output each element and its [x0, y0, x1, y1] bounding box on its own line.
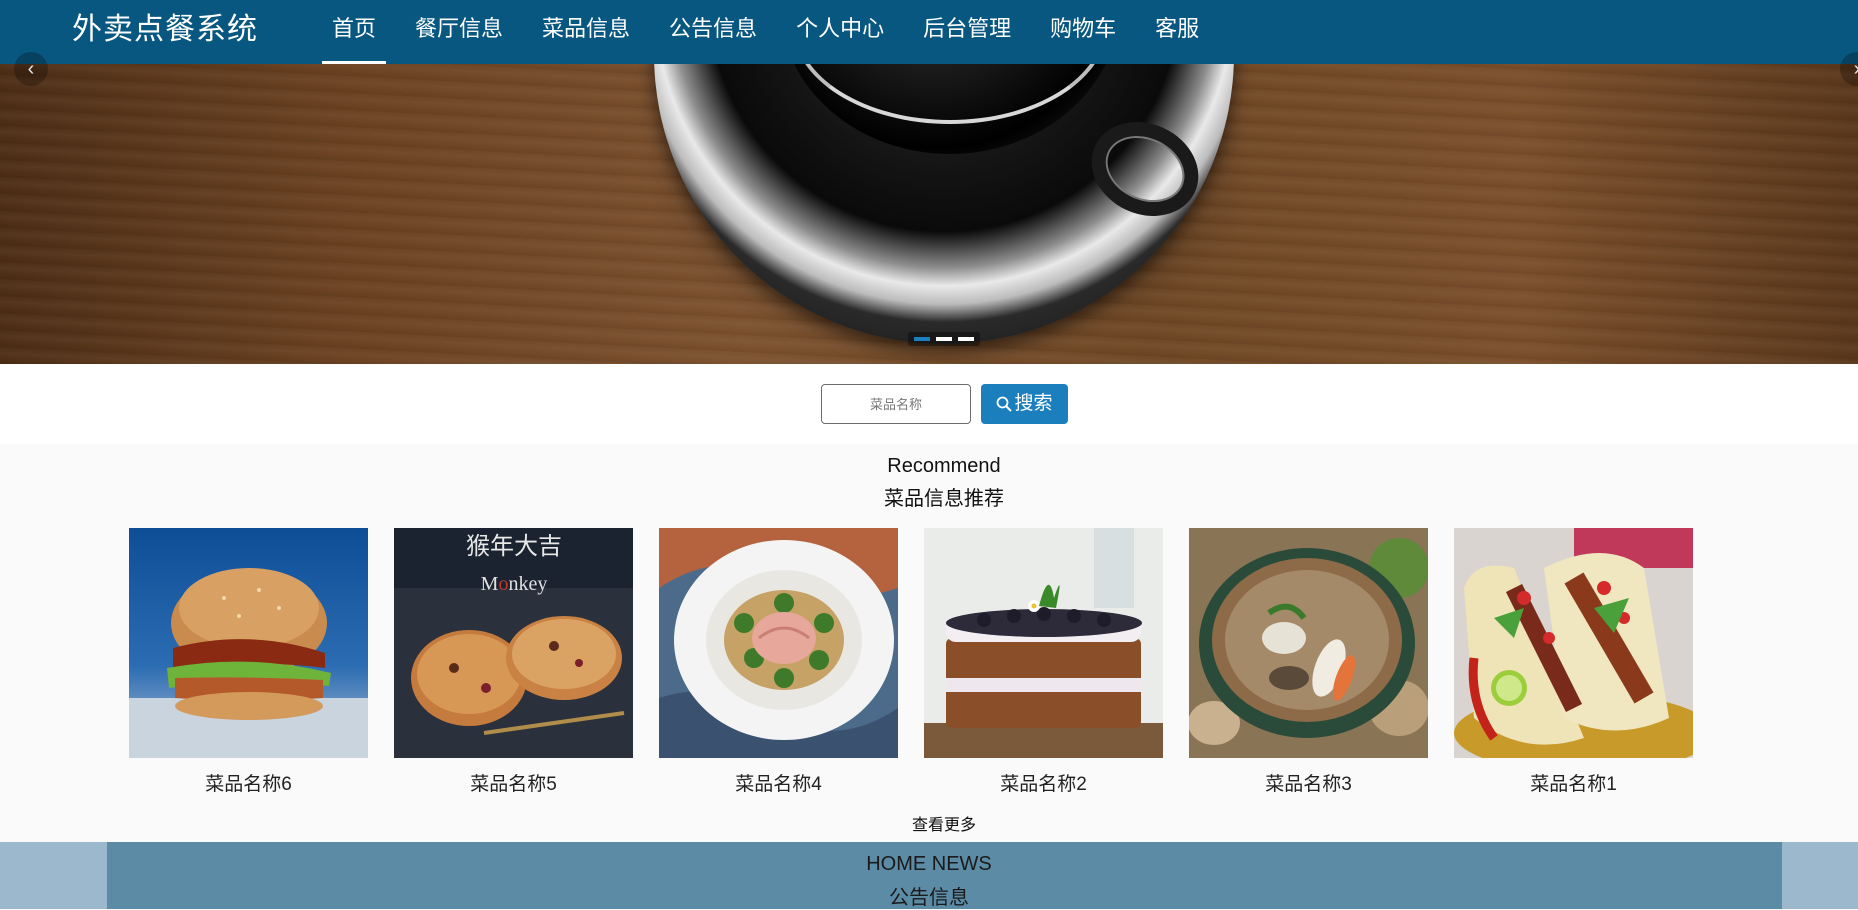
carousel-dot-1[interactable] [914, 337, 930, 341]
nav-item-restaurant[interactable]: 餐厅信息 [405, 0, 513, 64]
dish-image-plated[interactable] [659, 528, 898, 758]
dish-image-cake[interactable] [924, 528, 1163, 758]
dish-image-tacos[interactable] [1454, 528, 1693, 758]
nav-item-cart[interactable]: 购物车 [1040, 0, 1126, 64]
search-button-label: 搜索 [1014, 393, 1053, 414]
top-navbar: 外卖点餐系统 首页 餐厅信息 菜品信息 公告信息 个人中心 后台管理 购物车 客… [0, 0, 1858, 64]
search-button[interactable]: 搜索 [981, 384, 1068, 424]
nav-item-dishes[interactable]: 菜品信息 [532, 0, 640, 64]
banner-carousel [0, 64, 1858, 364]
dish-name[interactable]: 菜品名称3 [1189, 769, 1428, 796]
dish-card[interactable]: 菜品名称3 [1189, 528, 1428, 795]
dish-name[interactable]: 菜品名称5 [394, 769, 633, 796]
dish-image-cookies[interactable]: 猴年大吉 Monkey [394, 528, 633, 758]
nav-item-profile[interactable]: 个人中心 [786, 0, 894, 64]
cookie-banner-sub: Monkey [481, 573, 548, 595]
nav-item-announcements[interactable]: 公告信息 [659, 0, 767, 64]
carousel-prev-button[interactable]: ‹ [14, 52, 48, 86]
dish-name[interactable]: 菜品名称1 [1454, 769, 1693, 796]
dish-name[interactable]: 菜品名称6 [129, 769, 368, 796]
carousel-indicators [908, 332, 980, 346]
recommend-title-cn: 菜品信息推荐 [884, 488, 1004, 510]
chevron-left-icon: ‹ [27, 58, 35, 80]
dish-card[interactable]: 菜品名称6 [129, 528, 368, 795]
recommend-title-en: Recommend [887, 455, 1001, 477]
site-brand[interactable]: 外卖点餐系统 [72, 10, 258, 50]
dish-name[interactable]: 菜品名称4 [659, 769, 898, 796]
search-section: 搜索 [0, 364, 1858, 444]
cookie-banner-text: 猴年大吉 [466, 532, 562, 560]
search-icon [997, 396, 1013, 412]
dish-card[interactable]: 菜品名称1 [1454, 528, 1693, 795]
news-section: HOME NEWS 公告信息 [0, 842, 1858, 909]
news-title-en: HOME NEWS [866, 853, 992, 875]
nav-item-admin[interactable]: 后台管理 [913, 0, 1021, 64]
dish-name[interactable]: 菜品名称2 [924, 769, 1163, 796]
dish-card[interactable]: 菜品名称2 [924, 528, 1163, 795]
dish-card[interactable]: 猴年大吉 Monkey 菜品名称5 [394, 528, 633, 795]
main-nav: 首页 餐厅信息 菜品信息 公告信息 个人中心 后台管理 购物车 客服 [322, 0, 1228, 64]
dish-name-search-input[interactable] [821, 384, 971, 424]
chevron-right-icon: › [1854, 58, 1858, 80]
carousel-dot-3[interactable] [958, 337, 974, 341]
carousel-dot-2[interactable] [936, 337, 952, 341]
view-more-link[interactable]: 查看更多 [0, 811, 1858, 835]
nav-item-home[interactable]: 首页 [322, 0, 387, 64]
dish-image-burger[interactable] [129, 528, 368, 758]
nav-item-service[interactable]: 客服 [1145, 0, 1209, 64]
dish-card[interactable]: 菜品名称4 [659, 528, 898, 795]
dish-image-soup[interactable] [1189, 528, 1428, 758]
news-title-cn: 公告信息 [889, 887, 969, 909]
